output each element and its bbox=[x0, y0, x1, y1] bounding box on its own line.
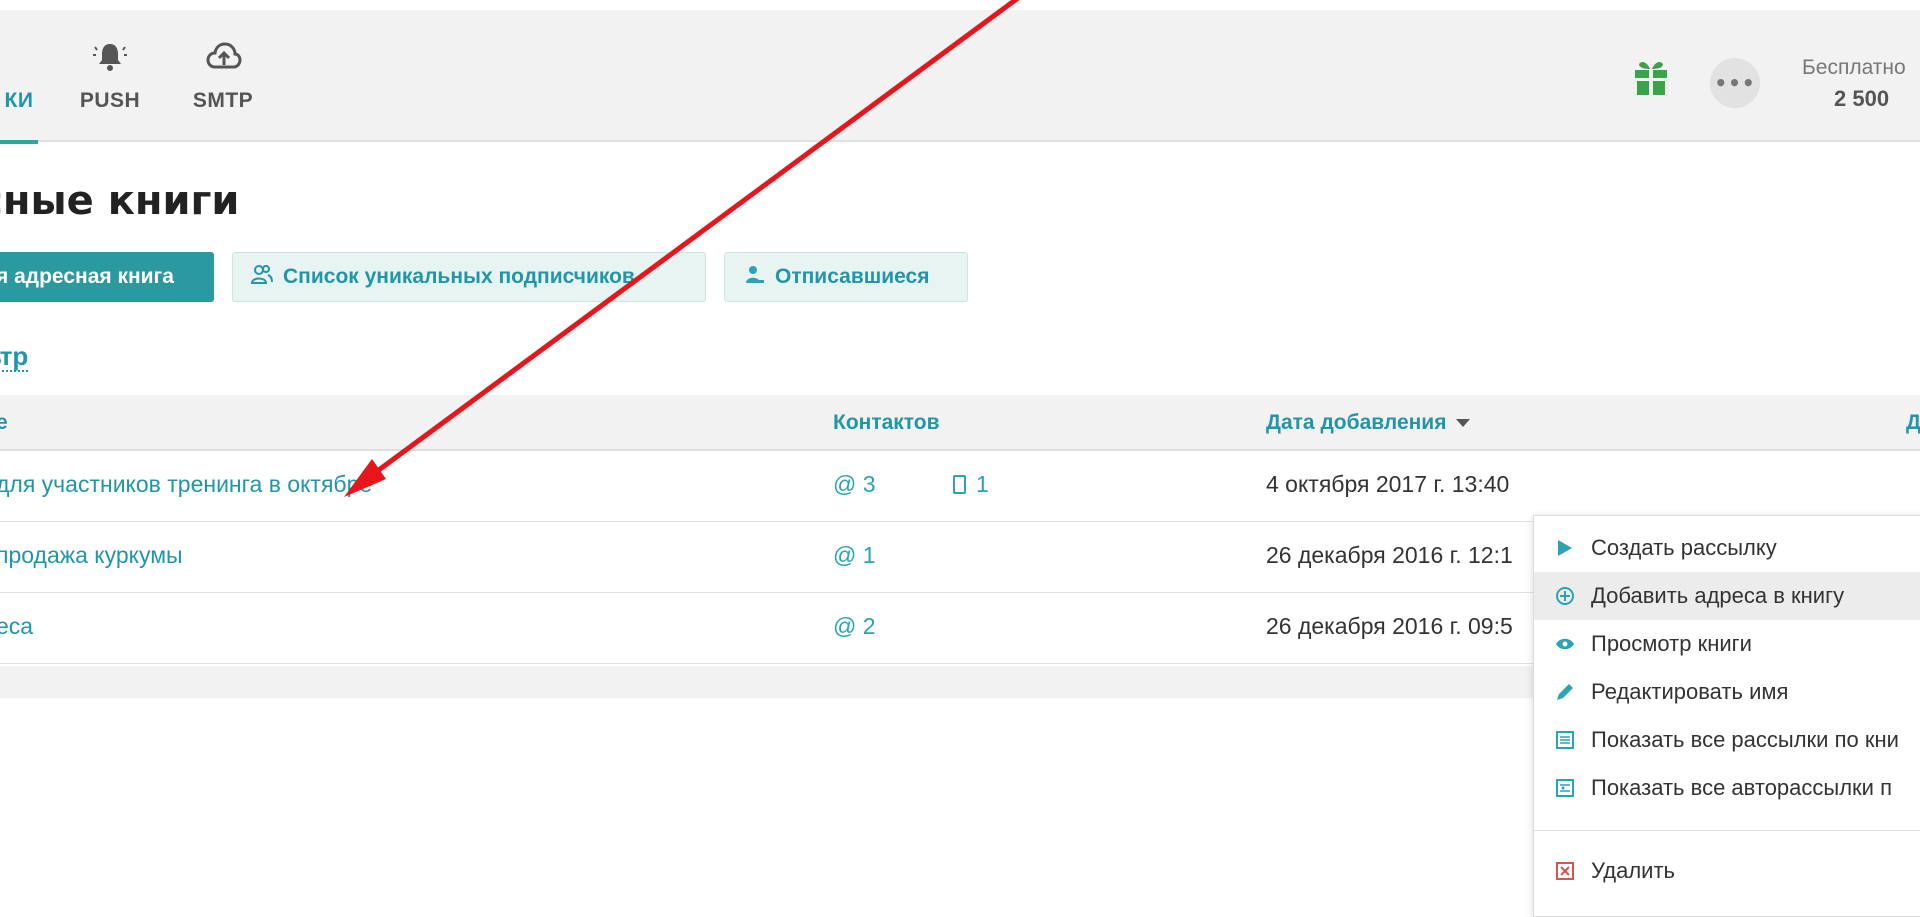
book-name-link[interactable]: для участников тренинга в октябре bbox=[0, 471, 372, 498]
menu-item-view-book[interactable]: Просмотр книги bbox=[1534, 620, 1920, 668]
email-count: @ 2 bbox=[833, 613, 876, 639]
row-context-menu: Создать рассылку Добавить адреса в книгу… bbox=[1533, 515, 1920, 917]
table-header: е Контактов Дата добавления Д bbox=[0, 395, 1920, 451]
active-tab-underline bbox=[0, 140, 38, 144]
phone-icon bbox=[953, 475, 966, 494]
date-added: 26 декабря 2016 г. 09:5 bbox=[1266, 613, 1513, 639]
table-row: для участников тренинга в октябре @ 3 1 … bbox=[0, 451, 1920, 522]
cloud-upload-icon bbox=[206, 40, 242, 74]
list-icon bbox=[1554, 729, 1576, 751]
menu-item-label: Показать все рассылки по кни bbox=[1591, 727, 1899, 752]
menu-item-label: Редактировать имя bbox=[1591, 679, 1789, 704]
nav-item-smtp[interactable]: SMTP bbox=[185, 10, 261, 142]
book-name-link[interactable]: продажа куркумы bbox=[0, 542, 183, 569]
new-address-book-label: я адресная книга bbox=[0, 265, 174, 288]
date-added: 4 октября 2017 г. 13:40 bbox=[1266, 471, 1510, 497]
phone-count-value: 1 bbox=[976, 471, 989, 497]
nav-item-label: КИ bbox=[4, 89, 34, 112]
new-address-book-button[interactable]: я адресная книга bbox=[0, 252, 214, 302]
user-minus-icon bbox=[743, 263, 765, 291]
plus-circle-icon bbox=[1554, 585, 1576, 607]
menu-item-edit-name[interactable]: Редактировать имя bbox=[1534, 668, 1920, 716]
menu-separator bbox=[1534, 830, 1920, 831]
menu-item-show-autocampaigns[interactable]: Показать все авторассылки п bbox=[1534, 764, 1920, 812]
menu-item-label: Добавить адреса в книгу bbox=[1591, 583, 1845, 608]
date-added: 26 декабря 2016 г. 12:1 bbox=[1266, 542, 1513, 568]
menu-item-create-campaign[interactable]: Создать рассылку bbox=[1534, 524, 1920, 572]
column-header-date-added[interactable]: Дата добавления bbox=[1266, 411, 1471, 435]
column-header-date-added-label: Дата добавления bbox=[1266, 411, 1447, 434]
unique-subscribers-label: Список уникальных подписчиков bbox=[283, 265, 635, 288]
filter-link[interactable]: ьтр bbox=[0, 342, 29, 372]
nav-item-address-books[interactable]: КИ bbox=[0, 10, 42, 144]
nav-item-label: SMTP bbox=[192, 89, 254, 112]
email-count: @ 3 bbox=[833, 471, 876, 497]
more-button[interactable]: ••• bbox=[1710, 58, 1760, 108]
play-icon bbox=[1554, 537, 1576, 559]
nav-item-label: PUSH bbox=[79, 89, 141, 112]
menu-item-delete[interactable]: Удалить bbox=[1534, 847, 1920, 895]
book-name-link[interactable]: еса bbox=[0, 613, 33, 640]
menu-item-label: Удалить bbox=[1591, 858, 1675, 883]
menu-item-label: Создать рассылку bbox=[1591, 535, 1777, 560]
delete-icon bbox=[1554, 860, 1576, 882]
nav-item-push[interactable]: PUSH bbox=[74, 10, 146, 142]
unique-subscribers-button[interactable]: Список уникальных подписчиков bbox=[232, 252, 706, 302]
unsubscribed-label: Отписавшиеся bbox=[775, 265, 930, 288]
top-header: КИ PUSH SMTP ••• Бесплатно 2 500 bbox=[0, 10, 1920, 144]
column-header-name[interactable]: е bbox=[0, 411, 8, 435]
top-gap bbox=[0, 0, 1920, 10]
free-plan-count: 2 500 bbox=[1834, 86, 1890, 111]
users-icon bbox=[250, 263, 273, 291]
menu-item-add-addresses[interactable]: Добавить адреса в книгу bbox=[1534, 572, 1920, 620]
eye-icon bbox=[1554, 633, 1576, 655]
column-header-cut[interactable]: Д bbox=[1906, 411, 1920, 435]
menu-item-label: Показать все авторассылки п bbox=[1591, 775, 1892, 800]
sort-desc-icon bbox=[1456, 419, 1471, 428]
gift-icon[interactable] bbox=[1633, 58, 1669, 98]
page-title: есные книги bbox=[0, 178, 240, 224]
column-header-contacts[interactable]: Контактов bbox=[833, 411, 940, 435]
email-count: @ 1 bbox=[833, 542, 876, 568]
more-icon: ••• bbox=[1714, 71, 1756, 95]
menu-item-label: Просмотр книги bbox=[1591, 631, 1752, 656]
menu-item-show-campaigns[interactable]: Показать все рассылки по кни bbox=[1534, 716, 1920, 764]
table-footer bbox=[0, 666, 1535, 698]
free-plan-label: Бесплатно bbox=[1802, 56, 1906, 79]
phone-count: 1 bbox=[953, 471, 989, 498]
unsubscribed-button[interactable]: Отписавшиеся bbox=[724, 252, 968, 302]
autolist-icon bbox=[1554, 777, 1576, 799]
bell-icon bbox=[93, 40, 127, 74]
pencil-icon bbox=[1554, 681, 1576, 703]
